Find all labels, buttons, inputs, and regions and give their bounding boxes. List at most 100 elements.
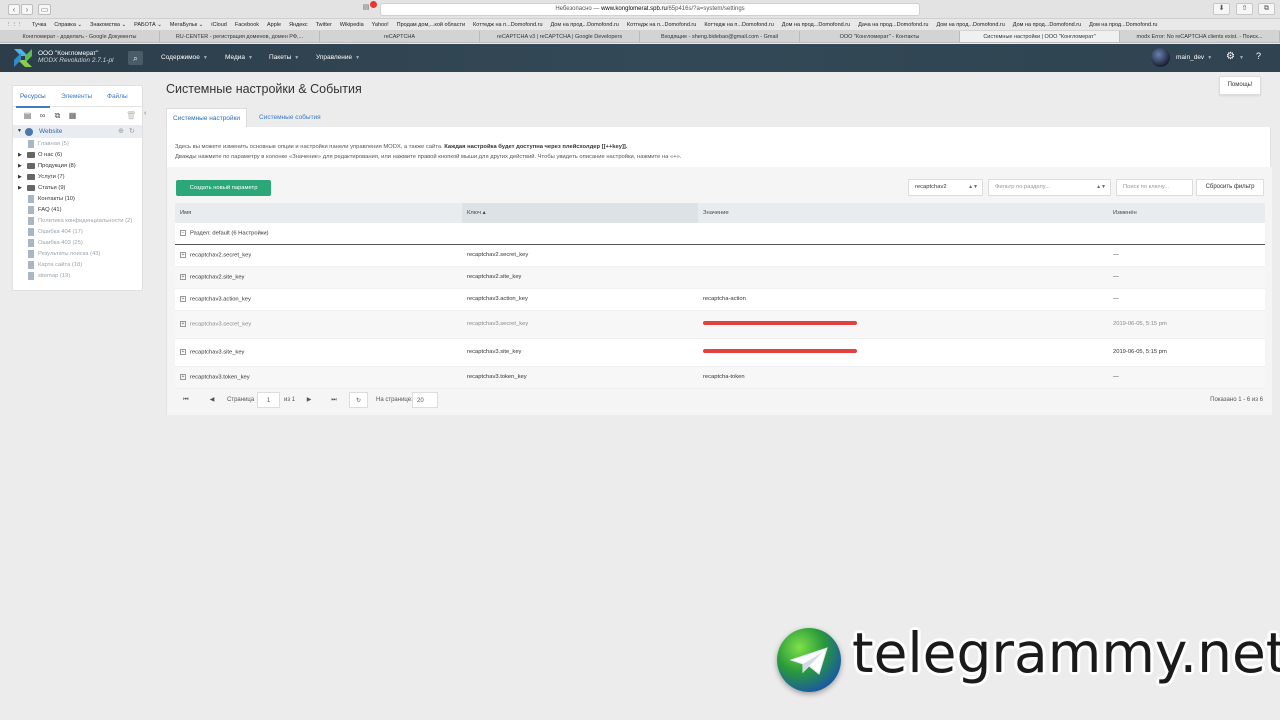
chevron-down-icon[interactable]: ▼ [17, 125, 22, 138]
browser-tab[interactable]: reCAPTCHA [320, 31, 480, 42]
expand-arrow-icon[interactable]: ▶ [18, 183, 22, 194]
bookmark-item[interactable]: iCloud [211, 19, 227, 30]
setting-value[interactable]: recaptcha-token [698, 366, 1108, 389]
setting-value[interactable] [698, 310, 1108, 339]
expand-icon[interactable]: + [180, 251, 186, 258]
table-row[interactable]: + recaptchav3.secret_key recaptchav3.secre… [175, 310, 1265, 339]
bookmark-item[interactable]: Дом на прод...Domofond.ru [782, 19, 850, 30]
help-icon[interactable]: ? [1256, 51, 1261, 61]
browser-tab[interactable]: Системные настройки | ООО "Конгломерат" [960, 31, 1120, 42]
bookmark-item[interactable]: Дом на прод...Domofond.ru [1089, 19, 1157, 30]
key-search-input[interactable]: Поиск по ключу... [1116, 179, 1193, 196]
new-static-resource-icon[interactable]: ▦ [68, 111, 77, 121]
bookmark-item[interactable]: Коттедж на п...Domofond.ru [627, 19, 696, 30]
search-icon[interactable]: ⌕ [128, 51, 143, 65]
gear-icon[interactable]: ⚙ [1226, 51, 1235, 62]
tree-item[interactable]: Главная (5) [13, 139, 142, 150]
column-header-name[interactable]: Имя [175, 203, 462, 223]
tab-elements[interactable]: Элементы [61, 86, 92, 107]
bookmark-item[interactable]: Twitter [316, 19, 332, 30]
trash-icon[interactable]: 🗑 [126, 111, 136, 121]
menu-packages[interactable]: Пакеты ▼ [269, 44, 299, 72]
browser-tab[interactable]: reCAPTCHA v3 | reCAPTCHA | Google Develo… [480, 31, 640, 42]
tab-system-events[interactable]: Системные события [253, 108, 327, 128]
bookmark-item[interactable]: РАБОТА ⌄ [134, 19, 162, 30]
bookmark-item[interactable]: Facebook [235, 19, 259, 30]
modx-logo-icon[interactable] [13, 48, 33, 68]
tree-item[interactable]: sitemap (19) [13, 271, 142, 282]
reset-filter-button[interactable]: Сбросить фильтр [1196, 179, 1264, 196]
page-input[interactable]: 1 [257, 392, 280, 408]
bookmark-item[interactable]: Apple [267, 19, 281, 30]
setting-value[interactable]: recaptcha-action [698, 288, 1108, 311]
setting-value[interactable] [698, 244, 1108, 267]
tree-item[interactable]: ▶ Услуги (7) [13, 172, 142, 183]
per-page-input[interactable]: 20 [412, 392, 438, 408]
tab-system-settings[interactable]: Системные настройки [166, 108, 248, 128]
downloads-icon[interactable]: ⬇ [1213, 3, 1230, 15]
group-row[interactable]: − Раздел: default (6 Настройки) [175, 223, 1265, 245]
expand-icon[interactable]: + [180, 320, 186, 327]
bookmark-item[interactable]: Тучка [32, 19, 46, 30]
table-row[interactable]: + recaptchav2.secret_key recaptchav2.secre… [175, 244, 1265, 267]
menu-content[interactable]: Содержимое ▼ [161, 44, 208, 72]
back-icon[interactable]: ‹ [8, 4, 20, 15]
first-page-icon[interactable]: ⏮ [179, 392, 193, 408]
setting-value[interactable] [698, 266, 1108, 289]
bookmark-item[interactable]: Справка ⌄ [54, 19, 82, 30]
menu-media[interactable]: Медиа ▼ [225, 44, 253, 72]
tree-item[interactable]: ▶ Продукция (8) [13, 161, 142, 172]
tree-item[interactable]: FAQ (41) [13, 205, 142, 216]
create-setting-button[interactable]: Создать новый параметр [176, 180, 271, 196]
column-header-value[interactable]: Значение [698, 203, 1108, 223]
expand-arrow-icon[interactable]: ▶ [18, 172, 22, 183]
tree-item[interactable]: Контакты (10) [13, 194, 142, 205]
bookmark-item[interactable]: Дом на прод...Domofond.ru [936, 19, 1004, 30]
tree-item[interactable]: Результаты поиска (43) [13, 249, 142, 260]
area-filter[interactable]: Фильтр по разделу... ▲▼ [988, 179, 1111, 196]
tree-item[interactable]: Ошибка 403 (25) [13, 238, 142, 249]
table-row[interactable]: + recaptchav3.action_key recaptchav3.actio… [175, 288, 1265, 311]
bookmark-item[interactable]: Яндекс [289, 19, 308, 30]
last-page-icon[interactable]: ⏭ [327, 392, 341, 408]
new-weblink-icon[interactable]: ∞ [38, 111, 47, 121]
browser-tab[interactable]: RU-CENTER - регистрация доменов, домен Р… [160, 31, 320, 42]
tree-item[interactable]: Ошибка 404 (17) [13, 227, 142, 238]
bookmark-item[interactable]: Wikipedia [340, 19, 364, 30]
tree-item[interactable]: Карта сайта (18) [13, 260, 142, 271]
collapse-icon[interactable]: − [180, 229, 186, 236]
tab-files[interactable]: Файлы [107, 86, 128, 107]
avatar[interactable] [1151, 48, 1170, 67]
forward-icon[interactable]: › [21, 4, 33, 15]
table-row[interactable]: + recaptchav3.site_key recaptchav3.site_ke… [175, 338, 1265, 367]
table-row[interactable]: + recaptchav2.site_key recaptchav2.site_ke… [175, 266, 1265, 289]
next-page-icon[interactable]: ▶ [302, 392, 316, 408]
browser-tab[interactable]: Конгломерат - доделать - Google Документ… [0, 31, 160, 42]
tab-resources[interactable]: Ресурсы [16, 86, 50, 108]
browser-tab[interactable]: modx Error: No reCAPTCHA clients exist. … [1120, 31, 1280, 42]
expand-icon[interactable]: + [180, 295, 186, 302]
setting-value[interactable] [698, 338, 1108, 367]
browser-tab[interactable]: Входящие - sheng.bidebao@gmail.com - Gma… [640, 31, 800, 42]
expand-icon[interactable]: + [180, 348, 186, 355]
tree-item[interactable]: ▶ О нас (6) [13, 150, 142, 161]
new-symlink-icon[interactable]: ⧉ [53, 111, 62, 121]
bookmark-item[interactable]: Дом на прод...Domofond.ru [1013, 19, 1081, 30]
table-row[interactable]: + recaptchav3.token_key recaptchav3.token_… [175, 366, 1265, 389]
share-icon[interactable]: ⇧ [1236, 3, 1253, 15]
column-header-key[interactable]: Ключ ▴ [462, 203, 698, 223]
expand-icon[interactable]: + [180, 273, 186, 280]
expand-icon[interactable]: + [180, 373, 186, 380]
collapse-sidebar-icon[interactable]: ‹ [144, 110, 146, 117]
bookmark-item[interactable]: Знакомства ⌄ [90, 19, 126, 30]
tabs-overview-icon[interactable]: ⧉ [1258, 3, 1275, 15]
refresh-icon[interactable]: ↻ [129, 125, 135, 138]
browser-tab[interactable]: ООО "Конгломерат" - Контакты [800, 31, 960, 42]
bookmark-item[interactable]: Дача на прод...Domofond.ru [858, 19, 928, 30]
tree-item[interactable]: Политика конфиденциальности (2) [13, 216, 142, 227]
bookmark-item[interactable]: Коттедж на п...Domofond.ru [473, 19, 542, 30]
new-document-icon[interactable]: ▤ [23, 111, 32, 121]
namespace-filter[interactable]: recaptchav2 ▲▼ [908, 179, 983, 196]
prev-page-icon[interactable]: ◀ [205, 392, 219, 408]
column-header-modified[interactable]: Изменён [1108, 203, 1265, 223]
